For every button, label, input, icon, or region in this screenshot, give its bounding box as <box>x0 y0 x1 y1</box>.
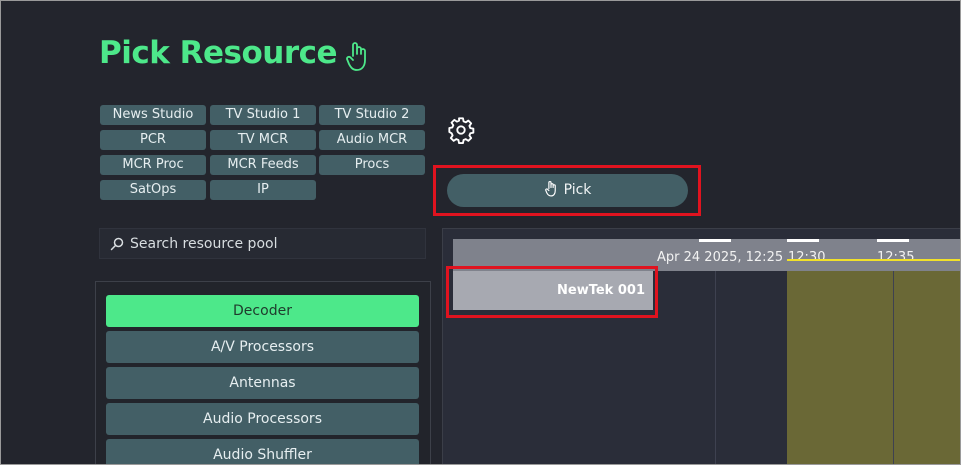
search-input[interactable] <box>130 229 420 258</box>
chip-tv-mcr[interactable]: TV MCR <box>210 130 316 150</box>
category-audio-processors[interactable]: Audio Processors <box>106 403 419 435</box>
booked-region <box>787 271 960 464</box>
chip-news-studio[interactable]: News Studio <box>100 105 206 125</box>
hand-pointer-icon <box>544 181 556 197</box>
chip-mcr-feeds[interactable]: MCR Feeds <box>210 155 316 175</box>
pick-button[interactable]: Pick <box>447 174 688 207</box>
hand-pointer-icon <box>346 42 366 71</box>
timeline-tick <box>699 239 731 242</box>
current-time-line <box>787 259 960 261</box>
timeline-tick-label: 12:35 <box>877 250 915 265</box>
search-icon <box>110 237 124 251</box>
chip-satops[interactable]: SatOps <box>100 180 206 200</box>
timeline[interactable]: Apr 24 2025, 12:25 12:30 12:35 NewTek 00… <box>442 228 960 464</box>
chip-tv-studio-1[interactable]: TV Studio 1 <box>210 105 316 125</box>
resource-row-highlight <box>446 266 658 318</box>
chip-procs[interactable]: Procs <box>319 155 425 175</box>
chip-pcr[interactable]: PCR <box>100 130 206 150</box>
timeline-tick <box>787 239 819 242</box>
page-title: Pick Resource <box>99 35 338 71</box>
category-list: Decoder A/V Processors Antennas Audio Pr… <box>95 281 431 464</box>
timeline-date-label: Apr 24 2025, 12:25 <box>657 250 784 265</box>
gear-icon[interactable] <box>447 116 475 144</box>
chip-mcr-proc[interactable]: MCR Proc <box>100 155 206 175</box>
timeline-tick-label: 12:30 <box>788 250 826 265</box>
timeline-tick <box>877 239 909 242</box>
timeline-gridline <box>715 271 716 464</box>
category-decoder[interactable]: Decoder <box>106 295 419 327</box>
category-audio-shuffler[interactable]: Audio Shuffler <box>106 439 419 464</box>
chip-tv-studio-2[interactable]: TV Studio 2 <box>319 105 425 125</box>
category-av-processors[interactable]: A/V Processors <box>106 331 419 363</box>
category-antennas[interactable]: Antennas <box>106 367 419 399</box>
chip-audio-mcr[interactable]: Audio MCR <box>319 130 425 150</box>
search-box <box>99 228 426 259</box>
chip-ip[interactable]: IP <box>210 180 316 200</box>
app-window: Pick Resource News Studio TV Studio 1 TV… <box>0 0 961 465</box>
pick-button-label: Pick <box>563 182 592 198</box>
timeline-gridline <box>893 271 894 464</box>
